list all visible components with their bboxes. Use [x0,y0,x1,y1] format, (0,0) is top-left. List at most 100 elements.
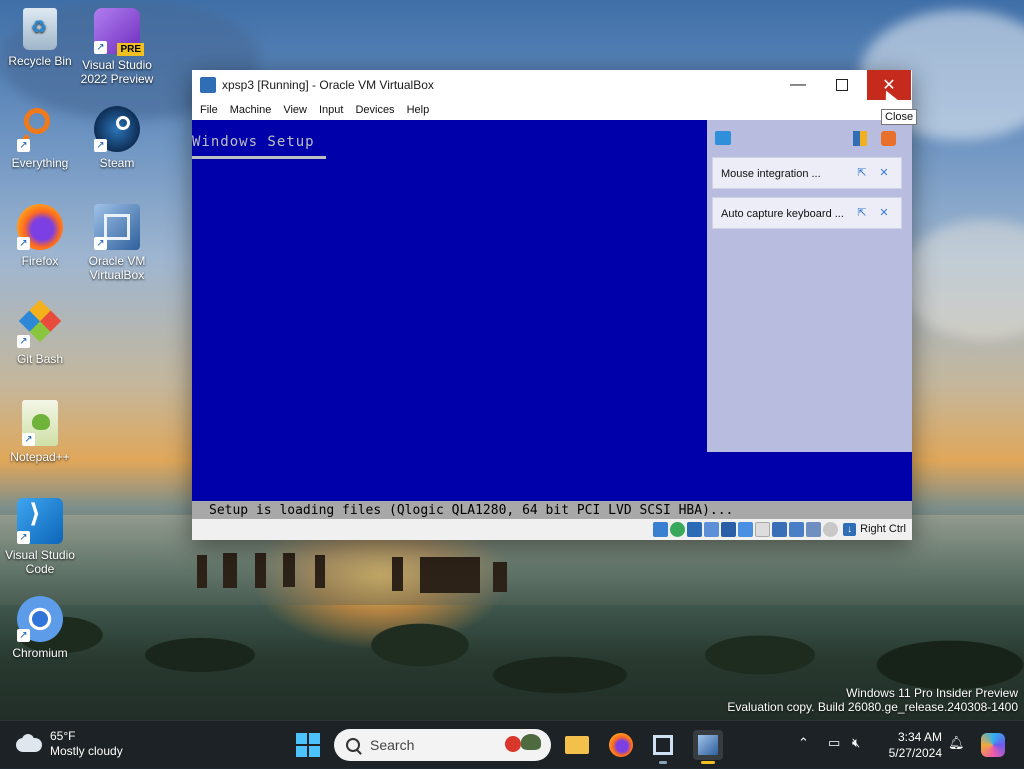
taskbar-file-explorer[interactable] [562,730,592,760]
network-icon[interactable]: ▭ [828,735,840,751]
maximize-button[interactable] [820,70,864,100]
notification-toggle-icon[interactable] [715,131,731,145]
git-bash-icon: ↗ [17,299,63,348]
usb-icon[interactable] [738,522,753,537]
running-indicator [659,761,667,764]
notification-auto-capture-keyboard[interactable]: Auto capture keyboard ... ⇱ ✕ [712,197,902,229]
window-titlebar[interactable]: xpsp3 [Running] - Oracle VM VirtualBox —… [192,70,912,100]
pier-post [315,555,325,588]
taskbar-clock[interactable]: 3:34 AM 5/27/2024 [862,729,942,761]
notification-pin-icon[interactable]: ⇱ [856,167,868,179]
desktop-icon-everything[interactable]: ↗ Everything [0,106,80,170]
pier-post [223,553,237,588]
menu-input[interactable]: Input [319,104,343,116]
shortcut-arrow-icon: ↗ [94,139,107,152]
pre-badge: PRE [117,43,144,56]
virtualbox-icon: ↗ [94,204,140,250]
notification-sort-icon[interactable] [853,131,867,146]
cpu-icon[interactable] [806,522,821,537]
notification-label: Auto capture keyboard ... [721,208,844,220]
recording-icon[interactable] [789,522,804,537]
host-key-label: Right Ctrl [860,523,906,535]
notifications-bell-icon[interactable]: 🔔︎ [948,735,965,751]
partly-cloudy-icon [16,734,44,754]
desktop-icon-recycle-bin[interactable]: ♻ Recycle Bin [0,8,80,68]
volume-muted-icon[interactable]: 🔇︎ [852,735,860,751]
notification-pin-icon[interactable]: ⇱ [856,207,868,219]
desktop-icon-label: Recycle Bin [8,54,72,68]
search-placeholder: Search [370,737,415,753]
vscode-icon: ⟩ ↗ [17,498,63,544]
minimize-button[interactable]: — [776,70,820,100]
menu-help[interactable]: Help [407,104,430,116]
notification-close-icon[interactable]: ✕ [878,167,890,179]
firefox-icon: ↗ [17,204,63,250]
copilot-icon[interactable] [981,733,1005,757]
taskbar-vm-xpsp3[interactable] [693,730,723,764]
notification-center: Mouse integration ... ⇱ ✕ Auto capture k… [707,120,912,452]
vm-status-bar: ↓ Right Ctrl [192,519,912,540]
weather-widget[interactable]: 65°F Mostly cloudy [16,729,123,759]
recycle-bin-icon: ♻ [23,8,57,50]
desktop-icon-chromium[interactable]: ↗ Chromium [0,596,80,660]
shortcut-arrow-icon: ↗ [94,237,107,250]
pier-post [197,555,207,588]
close-tooltip: Close [881,109,918,125]
folder-icon [565,736,589,754]
weather-temperature: 65°F [50,729,76,743]
floppy-icon[interactable] [687,522,702,537]
desktop-icon-label: Firefox [21,254,59,268]
visual-studio-preview-icon: PRE ↗ [94,8,144,56]
clock-time: 3:34 AM [897,730,942,744]
shortcut-arrow-icon: ↗ [17,335,30,348]
firefox-icon [609,733,633,757]
notification-close-icon[interactable]: ✕ [878,207,890,219]
pier-post [283,553,295,587]
desktop-icon-git-bash[interactable]: ↗ Git Bash [0,299,80,366]
maximize-icon [836,79,848,91]
show-hidden-icons-chevron-icon[interactable]: ⌃ [798,735,809,751]
desktop-icon-virtualbox[interactable]: ↗ Oracle VM VirtualBox [77,204,157,282]
notification-clear-icon[interactable] [881,131,896,146]
hard-disk-icon[interactable] [653,522,668,537]
watermark-build: Evaluation copy. Build 26080.ge_release.… [727,700,1018,714]
status-indicators [653,522,838,537]
shortcut-arrow-icon: ↗ [17,629,30,642]
shortcut-arrow-icon: ↗ [17,237,30,250]
virtualbox-window[interactable]: xpsp3 [Running] - Oracle VM VirtualBox —… [192,70,912,540]
menu-file[interactable]: File [200,104,218,116]
menu-machine[interactable]: Machine [230,104,272,116]
audio-icon[interactable] [704,522,719,537]
taskbar-virtualbox[interactable] [648,730,678,764]
taskbar-firefox[interactable] [606,730,636,760]
desktop-icon-notepad-plus-plus[interactable]: ↗ Notepad++ [0,400,80,464]
notification-mouse-integration[interactable]: Mouse integration ... ⇱ ✕ [712,157,902,189]
pier-post [255,553,266,588]
host-key-arrow-icon: ↓ [843,523,857,536]
desktop-icon-label: Everything [11,156,69,170]
desktop-icon-visual-studio-preview[interactable]: PRE ↗ Visual Studio 2022 Preview [77,8,157,86]
mouse-integration-icon[interactable] [823,522,838,537]
network-icon[interactable] [721,522,736,537]
host-key-indicator[interactable]: ↓ Right Ctrl [843,521,906,538]
shortcut-arrow-icon: ↗ [17,139,30,152]
shared-folders-icon[interactable] [755,522,770,537]
setup-status-line: Setup is loading files (Qlogic QLA1280, … [192,501,912,521]
desktop-icon-steam[interactable]: ↗ Steam [77,106,157,170]
vm-window-icon [698,735,718,755]
menu-devices[interactable]: Devices [355,104,394,116]
display-icon[interactable] [772,522,787,537]
menu-view[interactable]: View [283,104,307,116]
optical-drive-icon[interactable] [670,522,685,537]
watermark-edition: Windows 11 Pro Insider Preview [846,686,1018,700]
start-button[interactable] [296,733,320,757]
pier-post [493,562,507,592]
desktop-icon-label: Visual Studio Code [5,548,75,576]
desktop-icon-vscode[interactable]: ⟩ ↗ Visual Studio Code [0,498,80,576]
desktop-icon-firefox[interactable]: ↗ Firefox [0,204,80,268]
taskbar: 65°F Mostly cloudy Search ⌃ ▭ 🔇︎ 3:34 AM… [0,720,1024,769]
desktop-icon-label: Visual Studio 2022 Preview [80,58,154,86]
chromium-icon: ↗ [17,596,63,642]
virtualbox-icon [653,735,673,755]
pier-post [392,557,403,591]
